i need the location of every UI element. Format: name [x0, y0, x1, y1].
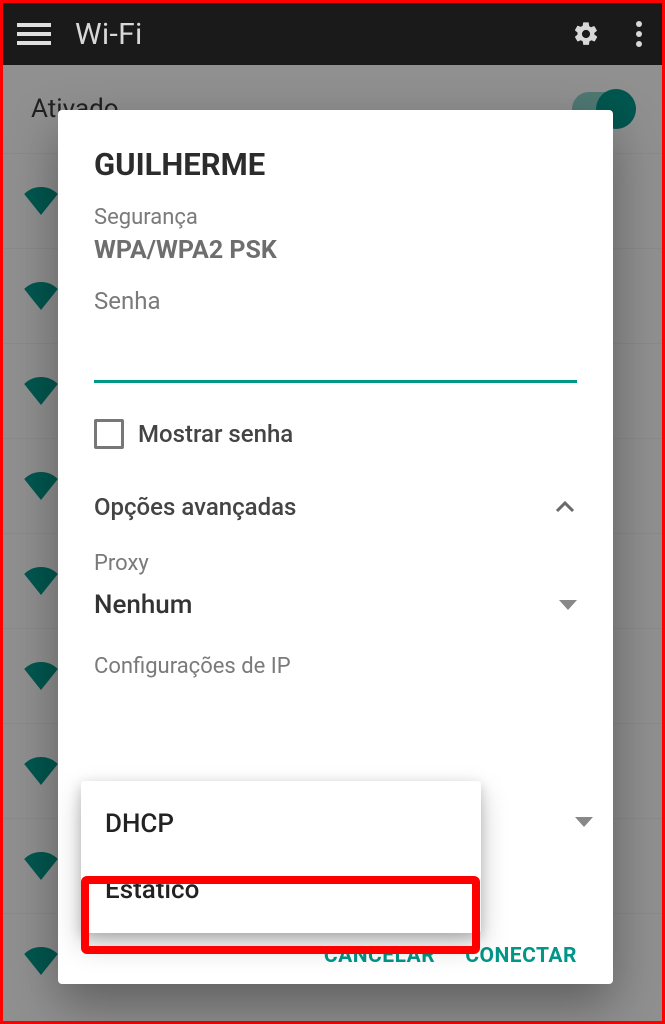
ip-option-static[interactable]: Estático: [81, 857, 481, 923]
security-label: Segurança: [94, 205, 577, 230]
checkbox-unchecked-icon[interactable]: [94, 419, 124, 449]
ip-settings-label: Configurações de IP: [94, 654, 577, 679]
dialog-buttons: CANCELAR CONECTAR: [324, 944, 577, 968]
show-password-label: Mostrar senha: [138, 420, 293, 448]
cancel-button[interactable]: CANCELAR: [324, 944, 435, 968]
proxy-dropdown[interactable]: Nenhum: [94, 590, 577, 620]
proxy-value: Nenhum: [94, 590, 192, 620]
menu-icon[interactable]: [17, 23, 51, 45]
password-input[interactable]: [94, 323, 577, 383]
more-icon[interactable]: [630, 21, 648, 47]
ip-settings-dropdown: DHCP Estático: [81, 781, 481, 933]
proxy-label: Proxy: [94, 551, 577, 576]
connect-button[interactable]: CONECTAR: [465, 944, 577, 968]
app-bar: Wi-Fi: [3, 3, 662, 65]
chevron-down-icon: [575, 817, 593, 827]
password-label: Senha: [94, 287, 577, 315]
chevron-up-icon: [553, 495, 577, 519]
advanced-label: Opções avançadas: [94, 493, 296, 521]
appbar-title: Wi-Fi: [75, 17, 572, 52]
ip-option-dhcp[interactable]: DHCP: [81, 791, 481, 857]
security-value: WPA/WPA2 PSK: [94, 236, 577, 265]
gear-icon[interactable]: [572, 20, 600, 48]
show-password-row[interactable]: Mostrar senha: [94, 419, 577, 449]
chevron-down-icon: [559, 600, 577, 610]
dialog-title: GUILHERME: [94, 146, 577, 183]
advanced-options-toggle[interactable]: Opções avançadas: [94, 493, 577, 521]
